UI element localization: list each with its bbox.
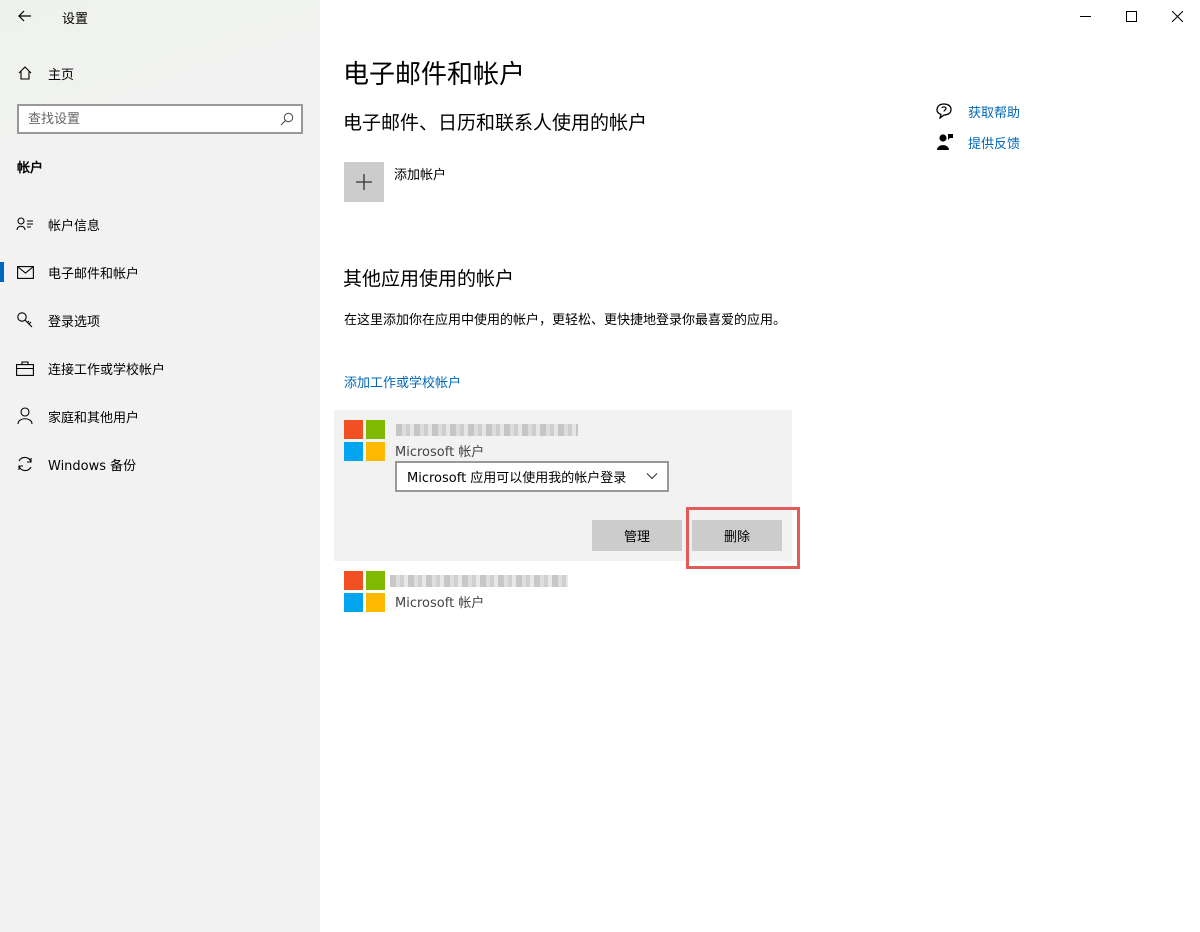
feedback-link[interactable]: 提供反馈 xyxy=(935,132,1020,152)
key-icon xyxy=(16,311,34,329)
chevron-down-icon xyxy=(646,473,658,480)
delete-button[interactable]: 删除 xyxy=(692,520,782,551)
sidebar-section-title: 帐户 xyxy=(17,161,44,176)
microsoft-logo-icon xyxy=(344,420,385,461)
sidebar: 设置 主页 帐户 帐户信息 xyxy=(0,0,320,932)
sidebar-item-work-school[interactable]: 连接工作或学校帐户 xyxy=(0,348,320,388)
manage-button[interactable]: 管理 xyxy=(592,520,682,551)
feedback-icon xyxy=(935,132,955,152)
sidebar-item-label: Windows 备份 xyxy=(48,458,137,474)
sidebar-item-home[interactable]: 主页 xyxy=(0,56,320,90)
close-icon xyxy=(1171,10,1183,22)
minimize-icon xyxy=(1079,15,1091,17)
account-email-redacted xyxy=(396,424,578,436)
person-icon xyxy=(16,407,34,425)
sidebar-item-label: 主页 xyxy=(48,67,75,83)
section-title-email-accounts: 电子邮件、日历和联系人使用的帐户 xyxy=(343,112,648,134)
sidebar-item-label: 电子邮件和帐户 xyxy=(48,266,140,282)
minimize-button[interactable] xyxy=(1062,0,1108,32)
section-description: 在这里添加你在应用中使用的帐户，更轻松、更快捷地登录你最喜爱的应用。 xyxy=(344,313,787,328)
sidebar-item-label: 登录选项 xyxy=(48,314,101,330)
add-work-school-link[interactable]: 添加工作或学校帐户 xyxy=(344,372,461,391)
back-button[interactable] xyxy=(11,3,39,29)
selection-indicator xyxy=(0,262,4,282)
search-input[interactable] xyxy=(19,106,269,132)
sidebar-item-account-info[interactable]: 帐户信息 xyxy=(0,204,320,244)
chat-help-icon xyxy=(935,101,955,121)
account-type-label: Microsoft 帐户 xyxy=(395,596,485,611)
feedback-link-text[interactable]: 提供反馈 xyxy=(968,133,1020,152)
close-button[interactable] xyxy=(1154,0,1200,32)
briefcase-icon xyxy=(16,359,34,377)
maximize-button[interactable] xyxy=(1108,0,1154,32)
add-tile xyxy=(344,162,384,202)
sidebar-item-windows-backup[interactable]: Windows 备份 xyxy=(0,444,320,484)
search-icon[interactable] xyxy=(279,111,295,127)
sidebar-item-label: 家庭和其他用户 xyxy=(48,410,140,426)
account-type-label: Microsoft 帐户 xyxy=(395,445,485,460)
dropdown-selected-value: Microsoft 应用可以使用我的帐户登录 xyxy=(407,471,627,486)
sidebar-item-email-accounts[interactable]: 电子邮件和帐户 xyxy=(0,252,320,292)
search-box[interactable] xyxy=(17,104,303,134)
sync-icon xyxy=(16,455,34,473)
plus-icon xyxy=(356,174,372,190)
get-help-link[interactable]: 获取帮助 xyxy=(935,101,1020,121)
page-title: 电子邮件和帐户 xyxy=(343,60,526,90)
back-arrow-icon xyxy=(18,10,31,22)
account-info-icon xyxy=(16,215,34,233)
add-account-label: 添加帐户 xyxy=(394,168,447,183)
get-help-link-text[interactable]: 获取帮助 xyxy=(968,102,1020,121)
sidebar-item-family[interactable]: 家庭和其他用户 xyxy=(0,396,320,436)
microsoft-logo-icon xyxy=(344,571,385,612)
mail-icon xyxy=(16,263,34,281)
sidebar-item-label: 连接工作或学校帐户 xyxy=(48,362,166,378)
sidebar-item-sign-in-options[interactable]: 登录选项 xyxy=(0,300,320,340)
section-title-other-apps: 其他应用使用的帐户 xyxy=(343,268,515,290)
home-icon xyxy=(16,64,34,82)
maximize-icon xyxy=(1125,10,1137,22)
sidebar-item-label: 帐户信息 xyxy=(48,218,101,234)
signin-option-dropdown[interactable]: Microsoft 应用可以使用我的帐户登录 xyxy=(395,461,669,492)
app-title: 设置 xyxy=(62,12,89,27)
add-account-button[interactable]: 添加帐户 xyxy=(344,162,446,202)
account-email-redacted[interactable] xyxy=(390,575,568,587)
